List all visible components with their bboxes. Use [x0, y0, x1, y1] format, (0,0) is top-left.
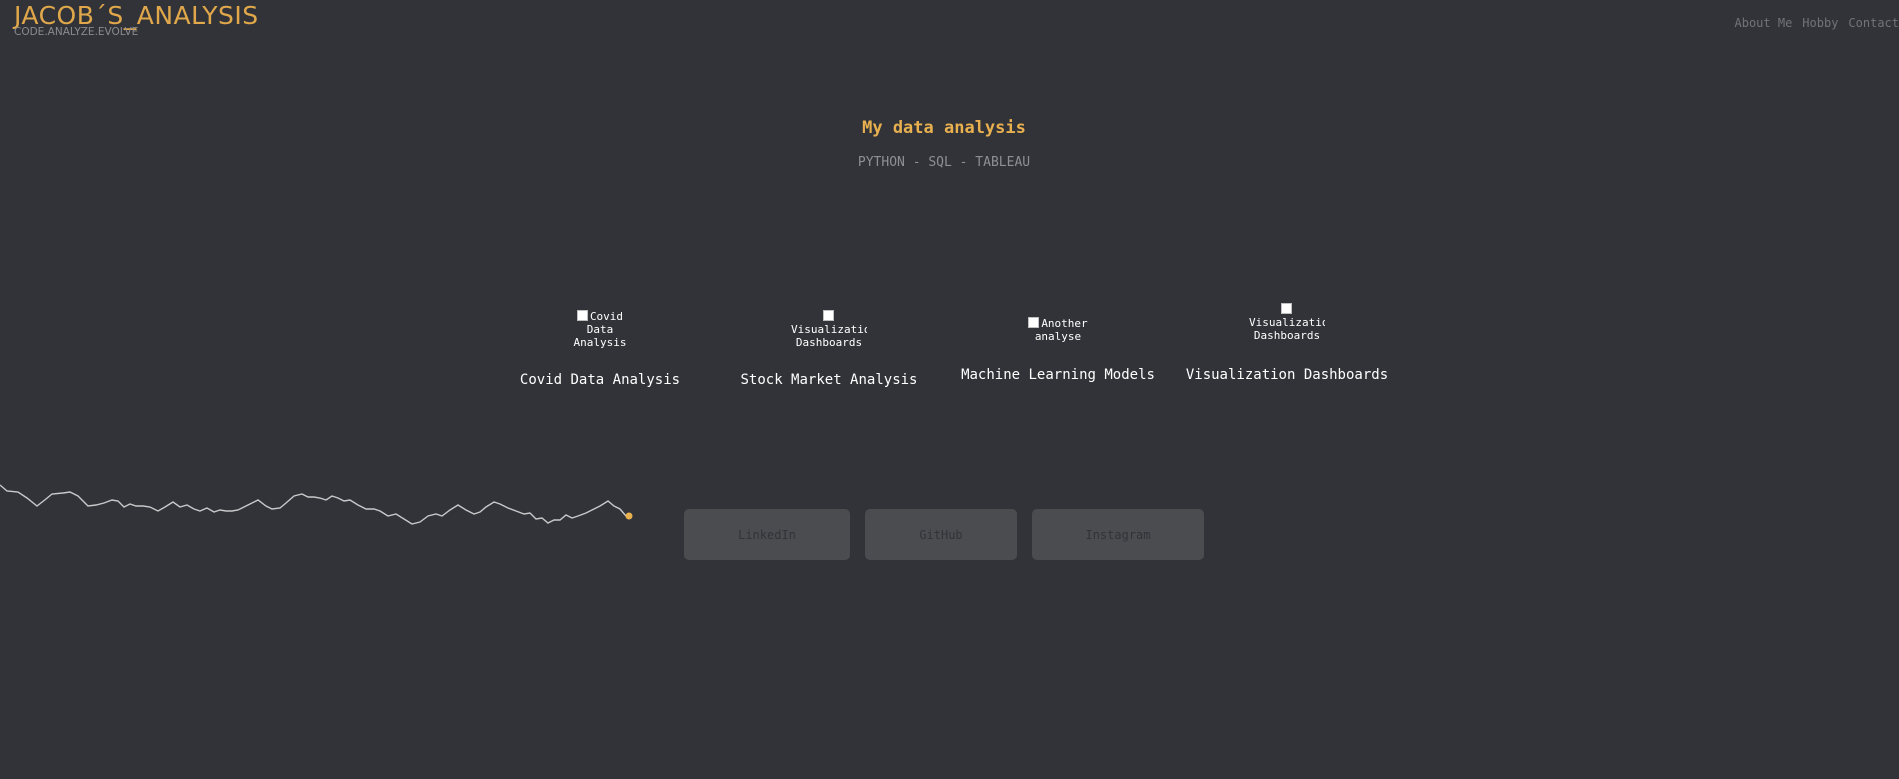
- sparkline-line: [0, 484, 627, 525]
- nav-contact[interactable]: Contact: [1848, 16, 1899, 30]
- project-title: Stock Market Analysis: [740, 372, 918, 388]
- nav-about-me[interactable]: About Me: [1735, 16, 1793, 30]
- instagram-button[interactable]: Instagram: [1032, 509, 1204, 560]
- project-title: Visualization Dashboards: [1185, 367, 1389, 383]
- project-card-visualization[interactable]: Visualization Dashboards Visualization D…: [1177, 303, 1397, 384]
- project-card-machine-learning[interactable]: Another analyse Machine Learning Models: [948, 317, 1168, 384]
- project-image-alt: Another analyse: [1034, 317, 1088, 343]
- broken-image-icon: [822, 310, 834, 321]
- top-nav: About Me Hobby Contact: [1735, 16, 1899, 30]
- broken-image-icon: [1028, 317, 1040, 328]
- project-image-machine-learning: Another analyse: [1020, 317, 1096, 347]
- sparkline-end-dot: [625, 512, 633, 520]
- project-title: Covid Data Analysis: [519, 372, 681, 388]
- project-image-covid: Covid Data Analysis: [562, 310, 638, 354]
- sparkline-decoration: [0, 484, 633, 525]
- project-image-alt: Visualization Dashboards: [1249, 316, 1325, 342]
- github-button[interactable]: GitHub: [865, 509, 1017, 560]
- hero-subtitle: PYTHON - SQL - TABLEAU: [857, 155, 1031, 170]
- linkedin-button[interactable]: LinkedIn: [684, 509, 850, 560]
- project-card-covid[interactable]: Covid Data Analysis Covid Data Analysis: [490, 310, 710, 389]
- hero-title: My data analysis: [862, 118, 1026, 138]
- project-image-visualization: Visualization Dashboards: [1249, 303, 1325, 347]
- broken-image-icon: [1280, 303, 1292, 314]
- logo[interactable]: JACOB´S_ANALYSIS CODE.ANALYZE.EVOLVE: [14, 3, 258, 38]
- nav-hobby[interactable]: Hobby: [1802, 16, 1838, 30]
- project-title: Machine Learning Models: [961, 367, 1155, 383]
- page: JACOB´S_ANALYSIS CODE.ANALYZE.EVOLVE Abo…: [0, 0, 1899, 779]
- project-card-stock-market[interactable]: Visualization Dashboards Stock Market An…: [719, 310, 939, 389]
- project-image-stock-market: Visualization Dashboards: [791, 310, 867, 354]
- project-image-alt: Visualization Dashboards: [791, 323, 867, 349]
- broken-image-icon: [576, 310, 588, 321]
